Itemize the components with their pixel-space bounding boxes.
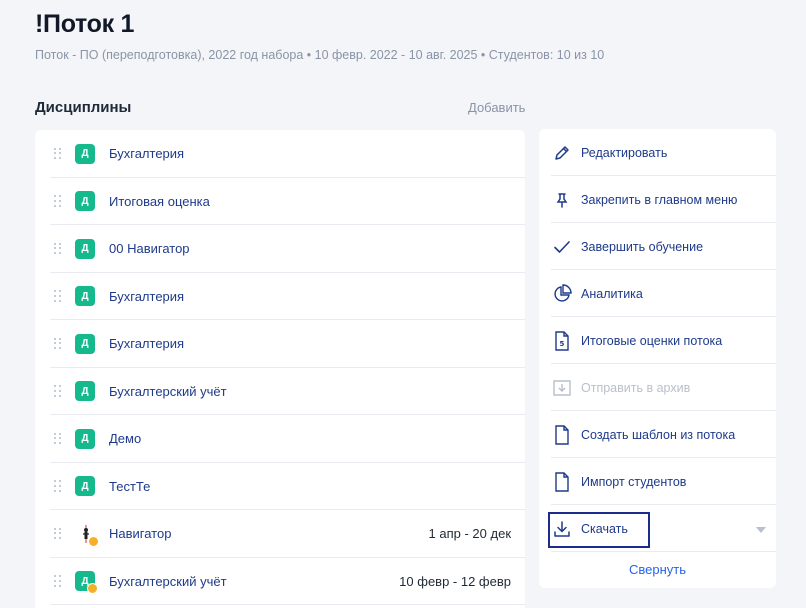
drag-handle-icon[interactable] xyxy=(54,527,62,540)
menu-item-label: Аналитика xyxy=(581,286,643,301)
discipline-name[interactable]: 00 Навигатор xyxy=(109,241,190,256)
pin-to-menu-button[interactable]: Закрепить в главном меню xyxy=(551,176,776,223)
list-item[interactable]: Д Демо xyxy=(35,415,525,463)
grade-document-icon: 5 xyxy=(551,330,573,352)
discipline-name[interactable]: Бухгалтерия xyxy=(109,289,184,304)
import-students-button[interactable]: Импорт студентов xyxy=(551,458,776,505)
list-item[interactable]: Д Бухгалтерский учёт 10 февр - 12 февр xyxy=(35,558,525,606)
analytics-button[interactable]: Аналитика xyxy=(551,270,776,317)
discipline-name[interactable]: Навигатор xyxy=(109,526,171,541)
pin-icon xyxy=(551,189,573,211)
discipline-badge: Д xyxy=(75,143,95,164)
list-item[interactable]: Д Итоговая оценка xyxy=(35,178,525,226)
list-item[interactable]: Д Бухгалтерия xyxy=(35,320,525,368)
discipline-badge: Д xyxy=(75,428,95,449)
discipline-badge: Д xyxy=(75,333,95,354)
add-discipline-button[interactable]: Добавить xyxy=(468,100,525,115)
drag-handle-icon[interactable] xyxy=(54,480,62,492)
archive-icon xyxy=(551,377,573,399)
chevron-down-icon[interactable] xyxy=(756,520,766,538)
drag-handle-icon[interactable] xyxy=(54,195,62,207)
discipline-badge: Д xyxy=(75,191,95,212)
discipline-dates: 1 апр - 20 дек xyxy=(428,526,511,542)
discipline-badge: Д xyxy=(75,381,95,402)
discipline-badge: Д xyxy=(75,476,95,497)
menu-item-label: Отправить в архив xyxy=(581,380,691,395)
document-icon xyxy=(551,424,573,446)
discipline-dates: 10 февр - 12 февр xyxy=(399,573,511,589)
drag-handle-icon[interactable] xyxy=(54,147,62,160)
menu-item-label: Редактировать xyxy=(581,145,668,160)
list-item[interactable]: Д Бухгалтерия xyxy=(35,130,525,178)
discipline-badge: Д xyxy=(75,571,98,595)
list-item[interactable]: Д Бухгалтерия xyxy=(35,273,525,321)
disciplines-list: Д Бухгалтерия Д Итоговая оценка Д 00 Нав… xyxy=(35,130,525,608)
pie-chart-icon xyxy=(551,283,573,305)
discipline-image-icon xyxy=(75,522,99,547)
menu-item-label: Итоговые оценки потока xyxy=(581,333,723,348)
check-icon xyxy=(551,236,573,258)
drag-handle-icon[interactable] xyxy=(54,290,62,302)
edit-button[interactable]: Редактировать xyxy=(551,129,776,176)
pencil-icon xyxy=(551,142,573,164)
drag-handle-icon[interactable] xyxy=(54,337,62,350)
drag-handle-icon[interactable] xyxy=(54,242,62,255)
discipline-name[interactable]: Бухгалтерия xyxy=(109,336,184,351)
menu-item-label: Создать шаблон из потока xyxy=(581,427,736,442)
discipline-name[interactable]: ТестТе xyxy=(109,479,150,494)
disciplines-title: Дисциплины xyxy=(35,99,132,116)
discipline-name[interactable]: Демо xyxy=(109,431,141,446)
discipline-name[interactable]: Бухгалтерский учёт xyxy=(109,574,227,589)
collapse-button[interactable]: Свернуть xyxy=(539,562,776,577)
menu-item-label: Импорт студентов xyxy=(581,474,687,489)
menu-item-label: Закрепить в главном меню xyxy=(581,192,738,207)
drag-handle-icon[interactable] xyxy=(54,432,62,445)
focus-highlight xyxy=(548,512,650,548)
menu-item-label: Завершить обучение xyxy=(581,239,704,254)
list-item[interactable]: Навигатор 1 апр - 20 дек xyxy=(35,510,525,558)
drag-handle-icon[interactable] xyxy=(54,575,62,587)
stream-meta: Поток - ПО (переподготовка), 2022 год на… xyxy=(35,48,605,62)
create-template-button[interactable]: Создать шаблон из потока xyxy=(551,411,776,458)
discipline-name[interactable]: Бухгалтерия xyxy=(109,146,184,161)
drag-handle-icon[interactable] xyxy=(54,385,62,397)
document-icon xyxy=(551,471,573,493)
list-item[interactable]: Д 00 Навигатор xyxy=(35,225,525,273)
list-item[interactable]: Д ТестТе xyxy=(35,463,525,511)
discipline-badge: Д xyxy=(75,286,95,307)
svg-text:5: 5 xyxy=(560,340,565,348)
list-item[interactable]: Д Бухгалтерский учёт xyxy=(35,368,525,416)
discipline-name[interactable]: Бухгалтерский учёт xyxy=(109,384,227,399)
discipline-name[interactable]: Итоговая оценка xyxy=(109,194,210,209)
archive-button[interactable]: Отправить в архив xyxy=(551,364,776,411)
final-grades-button[interactable]: 5 Итоговые оценки потока xyxy=(551,317,776,364)
discipline-badge: Д xyxy=(75,238,95,259)
finish-training-button[interactable]: Завершить обучение xyxy=(551,223,776,270)
page-title: !Поток 1 xyxy=(35,10,135,38)
